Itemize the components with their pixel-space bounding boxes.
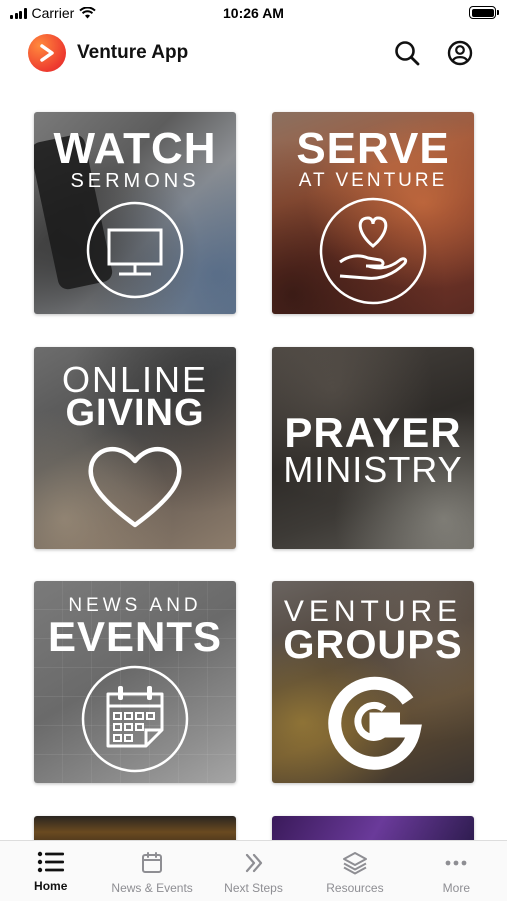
status-bar: Carrier 10:26 AM [0, 0, 507, 28]
status-time: 10:26 AM [223, 5, 284, 21]
tile-title-main: EVENTS [47, 613, 223, 660]
tab-label: News & Events [111, 881, 193, 895]
tile-serve-at-venture[interactable]: SERVE AT VENTURE [272, 112, 474, 314]
tile-prayer-ministry[interactable]: PRAYER MINISTRY [272, 347, 474, 549]
heart-icon [88, 447, 182, 528]
tab-home[interactable]: Home [0, 841, 101, 901]
search-icon [395, 41, 420, 66]
layers-icon [342, 852, 367, 875]
app-logo-icon [28, 34, 66, 72]
list-icon [37, 851, 64, 873]
groups-g-icon [328, 676, 422, 770]
tile-title-sub: AT VENTURE [298, 170, 448, 191]
tab-label: Home [34, 879, 68, 893]
tab-label: Next Steps [224, 881, 283, 895]
calendar-icon [81, 665, 189, 773]
tile-title-sub: SERMONS [70, 170, 200, 192]
tile-partial-left[interactable] [34, 816, 236, 840]
tile-grid: WATCH SERMONS SERVE AT VENTURE ONLINE GI… [0, 0, 507, 840]
bottom-tab-bar: Home News & Events Next Steps Resources … [0, 840, 507, 901]
tile-news-and-events[interactable]: NEWS AND EVENTS [34, 581, 236, 783]
tile-title-main: WATCH [53, 124, 217, 173]
tab-more[interactable]: More [406, 841, 507, 901]
more-dots-icon [445, 860, 467, 866]
app-title: Venture App [77, 42, 189, 63]
tile-title-main: GROUPS [283, 623, 463, 667]
account-circle-icon [447, 40, 473, 66]
tile-partial-right[interactable] [272, 816, 474, 840]
tile-watch-sermons[interactable]: WATCH SERMONS [34, 112, 236, 314]
tile-venture-groups[interactable]: VENTURE GROUPS [272, 581, 474, 783]
battery-icon [469, 6, 499, 19]
heart-hand-icon [319, 197, 427, 305]
profile-button[interactable] [445, 38, 475, 68]
tab-label: Resources [326, 881, 384, 895]
tile-title-main: SERVE [296, 124, 450, 173]
tv-icon [86, 201, 184, 299]
tile-title-sub: MINISTRY [283, 449, 463, 490]
tab-label: More [442, 881, 470, 895]
tab-next-steps[interactable]: Next Steps [203, 841, 304, 901]
tile-title-main: GIVING [65, 392, 205, 434]
chevrons-right-icon [245, 853, 262, 873]
tab-resources[interactable]: Resources [304, 841, 405, 901]
tile-online-giving[interactable]: ONLINE GIVING [34, 347, 236, 549]
tab-news-events[interactable]: News & Events [101, 841, 202, 901]
calendar-icon [142, 852, 163, 873]
app-header: Venture App [0, 28, 507, 80]
search-button[interactable] [392, 38, 422, 68]
